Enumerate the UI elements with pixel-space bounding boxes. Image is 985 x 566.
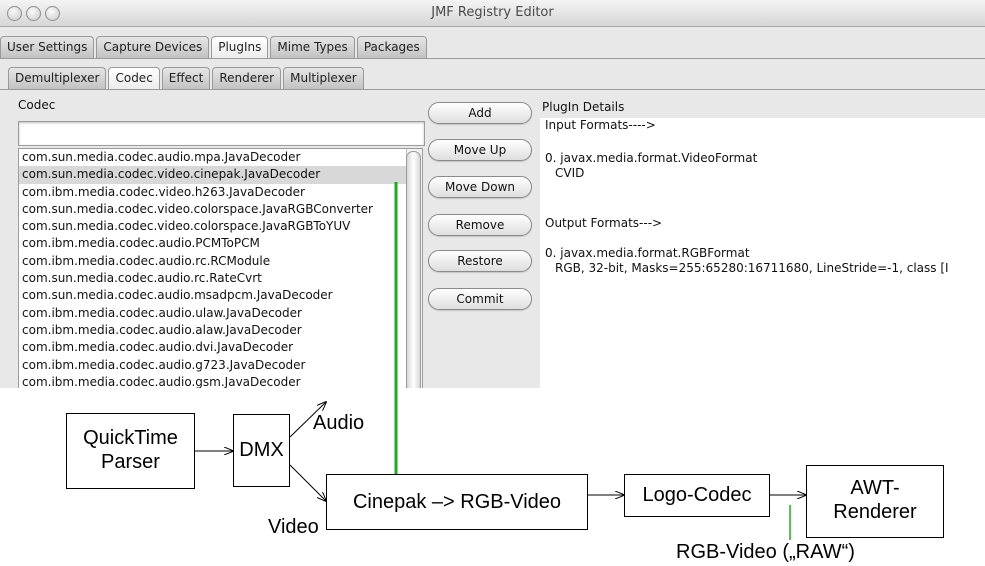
raw-video-label: RGB-Video („RAW“) [676,541,855,563]
dmx-box: DMX [233,414,290,487]
video-label: Video [268,516,319,538]
cinepak-box: Cinepak –> RGB-Video [326,474,588,530]
awt-renderer-line2: Renderer [833,501,917,523]
audio-label: Audio [313,412,365,434]
quicktime-parser-line2: Parser [101,451,160,473]
logo-codec-box: Logo-Codec [624,474,770,517]
arrow-dmx-to-cinepak [289,464,326,501]
awt-renderer-box: AWT- Renderer [806,465,944,538]
quicktime-parser-box: QuickTime Parser [66,413,195,489]
quicktime-parser-line1: QuickTime [83,427,178,449]
awt-renderer-line1: AWT- [850,477,900,499]
